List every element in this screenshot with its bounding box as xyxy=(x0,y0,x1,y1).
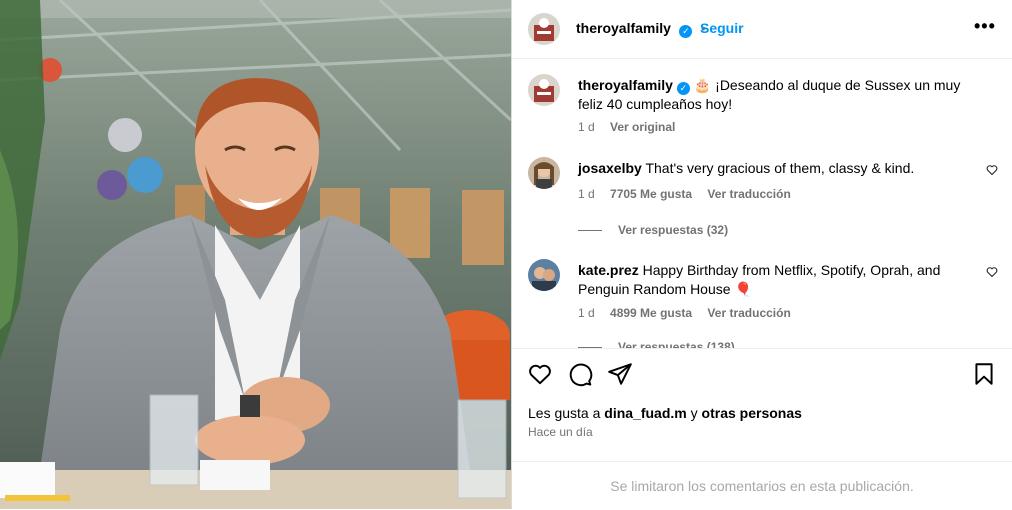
account-avatar[interactable] xyxy=(528,13,560,45)
replies-label: Ver respuestas (138) xyxy=(618,340,735,348)
save-button[interactable] xyxy=(971,361,997,387)
comment-item: josaxelby That's very gracious of them, … xyxy=(528,157,998,237)
likes-others[interactable]: otras personas xyxy=(702,405,802,421)
heart-icon xyxy=(986,267,998,278)
comment-item: kate.prez Happy Birthday from Netflix, S… xyxy=(528,259,998,348)
comment-likes[interactable]: 7705 Me gusta xyxy=(610,187,692,201)
caption-meta: 1 d Ver original xyxy=(578,120,687,134)
balloon-emoji: 🎈 xyxy=(734,281,752,297)
view-replies-button[interactable]: Ver respuestas (32) xyxy=(578,223,728,237)
comment-icon xyxy=(569,363,593,387)
share-button[interactable] xyxy=(607,361,633,387)
post-modal: theroyalfamily ✓ • Seguir ••• theroyalfa… xyxy=(0,0,1012,509)
caption-item: theroyalfamily ✓ 🎂 ¡Deseando al duque de … xyxy=(528,74,998,134)
likes-joiner: y xyxy=(690,405,698,421)
comments-list[interactable]: theroyalfamily ✓ 🎂 ¡Deseando al duque de … xyxy=(512,59,1012,348)
avatar-image xyxy=(528,157,560,189)
header-account[interactable]: theroyalfamily ✓ • xyxy=(576,20,710,38)
comment-likes[interactable]: 4899 Me gusta xyxy=(610,306,692,320)
caption-username[interactable]: theroyalfamily xyxy=(578,77,673,93)
avatar-image xyxy=(528,74,560,106)
comment-username[interactable]: kate.prez xyxy=(578,262,639,278)
verified-icon: ✓ xyxy=(679,25,693,38)
comment-text: josaxelby That's very gracious of them, … xyxy=(578,159,958,178)
comment-time: 1 d xyxy=(578,306,595,320)
comments-limited-notice: Se limitaron los comentarios en esta pub… xyxy=(512,461,1012,510)
view-replies-button[interactable]: Ver respuestas (138) xyxy=(578,340,735,348)
replies-label: Ver respuestas (32) xyxy=(618,223,729,237)
post-actions: Les gusta a dina_fuad.m y otras personas… xyxy=(512,348,1012,474)
post-panel: theroyalfamily ✓ • Seguir ••• theroyalfa… xyxy=(511,0,1012,509)
comment-button[interactable] xyxy=(567,361,593,387)
likes-user[interactable]: dina_fuad.m xyxy=(604,405,686,421)
bookmark-icon xyxy=(975,363,993,385)
post-header: theroyalfamily ✓ • Seguir ••• xyxy=(512,0,1012,59)
photo-illustration xyxy=(0,0,511,509)
verified-icon: ✓ xyxy=(676,82,690,95)
comment-avatar[interactable] xyxy=(528,259,560,291)
replies-line xyxy=(578,230,602,232)
heart-icon xyxy=(986,165,998,176)
like-button[interactable] xyxy=(527,361,553,387)
avatar-image xyxy=(528,13,560,45)
translate-link[interactable]: Ver traducción xyxy=(707,306,790,320)
caption-time: 1 d xyxy=(578,120,595,134)
comment-meta: 1 d 7705 Me gusta Ver traducción xyxy=(578,187,803,201)
comment-avatar[interactable] xyxy=(528,157,560,189)
follow-button[interactable]: Seguir xyxy=(700,20,744,36)
avatar-image xyxy=(528,259,560,291)
comment-body: That's very gracious of them, classy & k… xyxy=(645,160,915,176)
comment-meta: 1 d 4899 Me gusta Ver traducción xyxy=(578,306,803,320)
caption-text: theroyalfamily ✓ 🎂 ¡Deseando al duque de … xyxy=(578,76,988,114)
more-icon[interactable]: ••• xyxy=(974,16,996,37)
comment-username[interactable]: josaxelby xyxy=(578,160,642,176)
comment-like-icon[interactable] xyxy=(986,266,998,281)
comment-text: kate.prez Happy Birthday from Netflix, S… xyxy=(578,261,958,299)
see-original-link[interactable]: Ver original xyxy=(610,120,675,134)
likes-prefix: Les gusta a xyxy=(528,405,601,421)
caption-avatar[interactable] xyxy=(528,74,560,106)
header-username[interactable]: theroyalfamily xyxy=(576,20,671,36)
likes-summary: Les gusta a dina_fuad.m y otras personas xyxy=(528,405,802,421)
post-photo[interactable] xyxy=(0,0,511,509)
comment-time: 1 d xyxy=(578,187,595,201)
share-icon xyxy=(608,363,632,385)
post-timestamp: Hace un día xyxy=(528,425,593,439)
cake-emoji: 🎂 xyxy=(693,77,712,93)
heart-icon xyxy=(529,364,551,385)
translate-link[interactable]: Ver traducción xyxy=(707,187,790,201)
comment-like-icon[interactable] xyxy=(986,164,998,179)
